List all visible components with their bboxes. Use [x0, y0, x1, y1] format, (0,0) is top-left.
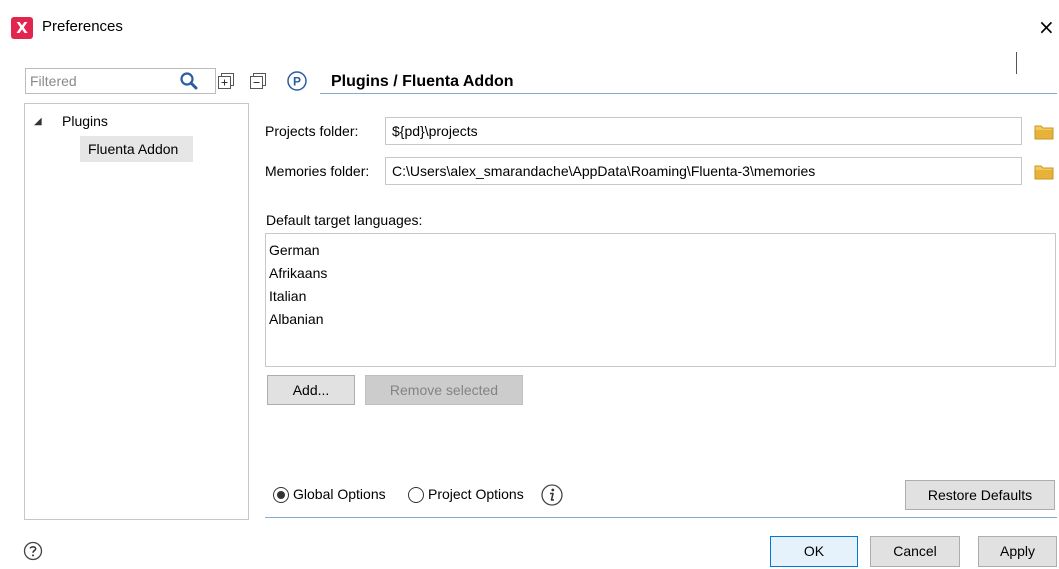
apply-button[interactable]: Apply — [978, 536, 1057, 567]
languages-list[interactable]: German Afrikaans Italian Albanian — [265, 233, 1056, 367]
window-title: Preferences — [42, 18, 123, 35]
cancel-button[interactable]: Cancel — [870, 536, 960, 567]
restore-defaults-button[interactable]: Restore Defaults — [905, 480, 1055, 510]
list-item[interactable]: Italian — [269, 285, 1052, 308]
radio-selected-dot — [277, 491, 285, 499]
p-icon-glyph: P — [293, 75, 301, 89]
list-item[interactable]: German — [269, 239, 1052, 262]
preferences-tree — [24, 103, 249, 520]
tree-expanded-arrow-icon[interactable]: ◢ — [34, 116, 42, 127]
title-bar — [0, 0, 1059, 56]
projects-folder-field[interactable]: ${pd}\projects — [385, 117, 1022, 145]
tree-item-plugins[interactable]: Plugins — [62, 113, 108, 129]
info-icon[interactable] — [540, 483, 564, 507]
tree-item-fluenta-addon[interactable]: Fluenta Addon — [88, 141, 178, 157]
project-options-radio[interactable] — [408, 487, 424, 503]
title-separator — [1016, 52, 1017, 74]
collapse-all-icon[interactable] — [250, 73, 266, 90]
global-options-label[interactable]: Global Options — [293, 486, 386, 502]
help-icon[interactable] — [23, 541, 43, 561]
project-options-label[interactable]: Project Options — [428, 486, 524, 502]
projects-folder-label: Projects folder: — [265, 123, 359, 139]
close-icon[interactable]: × — [1038, 14, 1059, 40]
page-title: Plugins / Fluenta Addon — [331, 73, 514, 90]
remove-selected-button[interactable]: Remove selected — [365, 375, 523, 405]
list-item[interactable]: Albanian — [269, 308, 1052, 331]
memories-folder-label: Memories folder: — [265, 163, 370, 179]
ok-button[interactable]: OK — [770, 536, 858, 567]
list-item[interactable]: Afrikaans — [269, 262, 1052, 285]
folder-icon[interactable] — [1034, 164, 1054, 180]
default-target-languages-label: Default target languages: — [266, 212, 423, 228]
options-divider — [265, 517, 1057, 518]
app-icon: X — [11, 17, 33, 39]
p-icon[interactable]: P — [286, 70, 308, 92]
expand-all-icon[interactable] — [218, 73, 234, 90]
search-icon[interactable] — [178, 70, 200, 92]
folder-icon[interactable] — [1034, 124, 1054, 140]
title-divider — [320, 93, 1057, 94]
memories-folder-field[interactable]: C:\Users\alex_smarandache\AppData\Roamin… — [385, 157, 1022, 185]
global-options-radio[interactable] — [273, 487, 289, 503]
add-button[interactable]: Add... — [267, 375, 355, 405]
